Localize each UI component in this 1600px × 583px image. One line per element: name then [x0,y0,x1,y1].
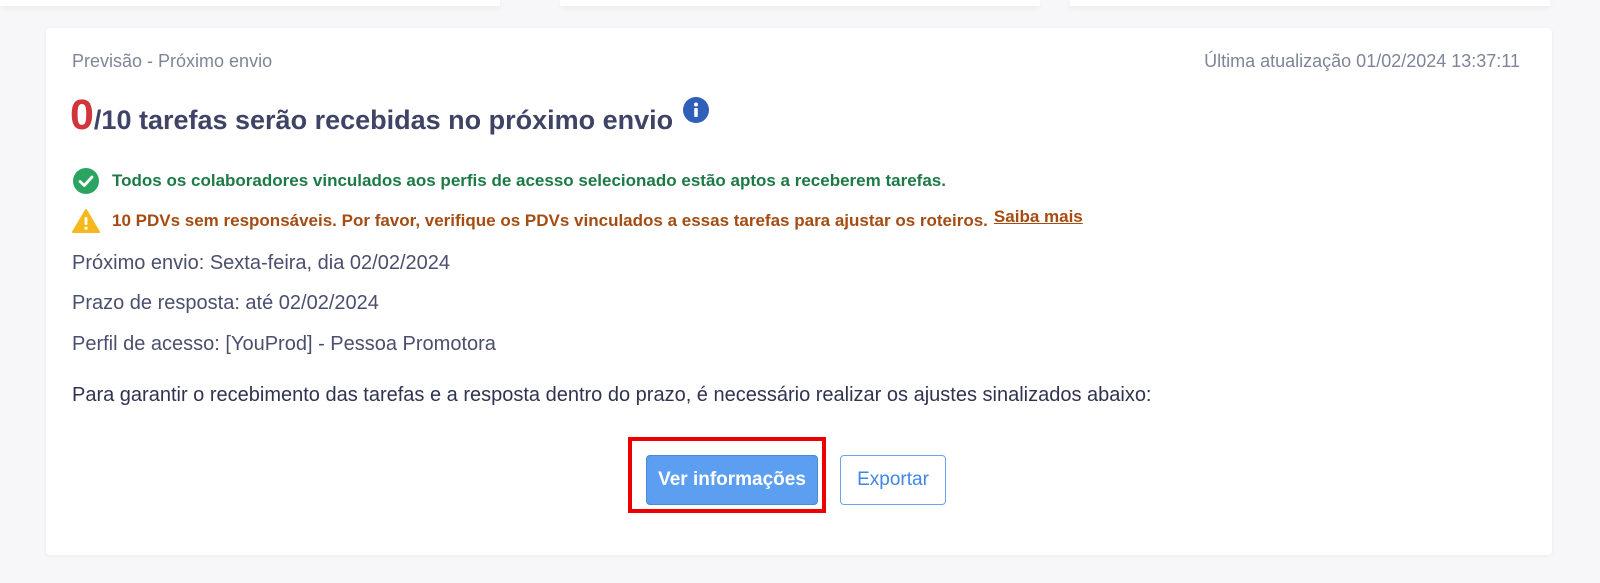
tasks-headline: 0 /10 tarefas serão recebidas no próximo… [70,91,710,139]
received-count: 0 [70,91,94,139]
response-deadline: Prazo de resposta: até 02/02/2024 [72,292,379,314]
next-send-forecast-card: Previsão - Próximo envio Última atualiza… [46,28,1552,555]
status-ok: Todos os colaboradores vinculados aos pe… [72,167,946,195]
last-update-timestamp: Última atualização 01/02/2024 13:37:11 [1204,51,1520,71]
next-send-date: Próximo envio: Sexta-feira, dia 02/02/20… [72,252,450,274]
info-icon[interactable] [683,97,710,123]
check-circle-icon [73,168,99,194]
instruction-text: Para garantir o recebimento das tarefas … [72,384,1152,406]
access-profile: Perfil de acesso: [YouProd] - Pessoa Pro… [72,333,496,355]
card-title: Previsão - Próximo envio [72,51,273,71]
background-card-edge [560,0,1040,6]
background-card-edge [0,0,500,6]
warning-triangle-icon [72,209,100,233]
learn-more-link[interactable]: Saiba mais [994,207,1083,227]
view-information-button[interactable]: Ver informações [646,455,818,505]
status-ok-text: Todos os colaboradores vinculados aos pe… [112,171,946,190]
headline-text: /10 tarefas serão recebidas no próximo e… [93,105,674,135]
status-warning: 10 PDVs sem responsáveis. Por favor, ver… [72,207,1083,234]
background-card-edge [1070,0,1550,6]
status-warning-text: 10 PDVs sem responsáveis. Por favor, ver… [112,211,988,230]
export-button[interactable]: Exportar [840,455,946,505]
